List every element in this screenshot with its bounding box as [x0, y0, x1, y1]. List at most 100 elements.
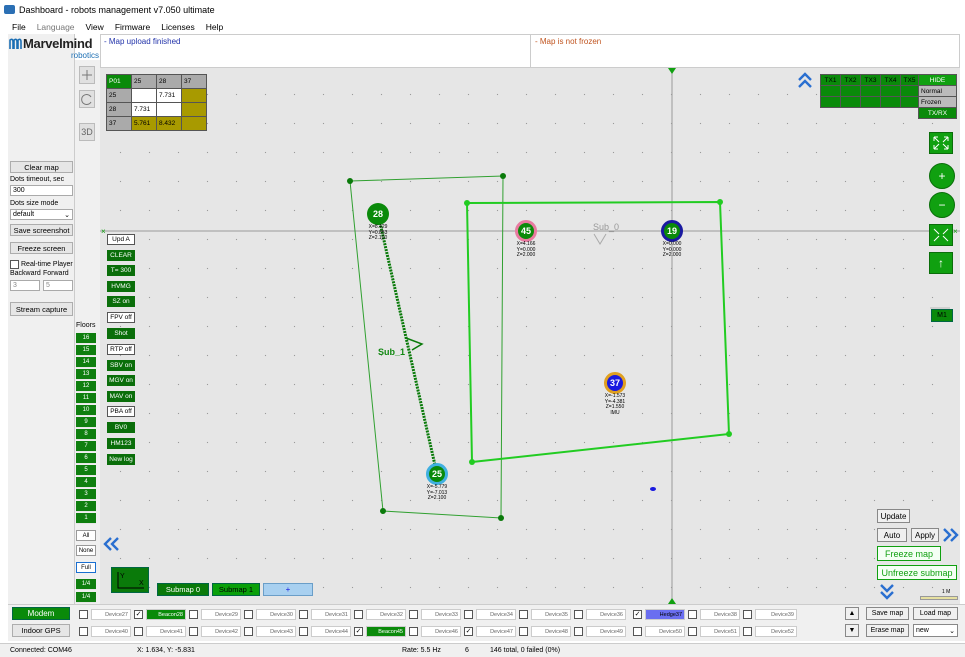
device-slot[interactable]: Device48	[531, 626, 571, 637]
mode-txrx[interactable]: TX/RX	[918, 107, 957, 119]
device-slot[interactable]: Beacon28	[146, 609, 186, 620]
t300-button[interactable]: T= 300	[107, 265, 135, 276]
mav-on-button[interactable]: MAV on	[107, 391, 135, 402]
submap-0-tab[interactable]: Submap 0	[157, 583, 209, 596]
hedge-37[interactable]: 37 X=-1.573 Y=-4.381 Z=1.550 IMU	[603, 372, 627, 420]
device-slot[interactable]: Device39	[755, 609, 797, 620]
floor-9[interactable]: 9	[76, 417, 96, 428]
save-map-button[interactable]: Save map	[866, 607, 909, 620]
device-checkbox[interactable]	[299, 627, 308, 636]
erase-map-button[interactable]: Erase map	[866, 624, 909, 637]
beacon-19[interactable]: 19 X=0.000 Y=0.000 Z=2.000	[660, 220, 684, 260]
axis-orientation-widget[interactable]: YX	[111, 567, 149, 593]
device-slot[interactable]: Device36	[586, 609, 626, 620]
device-slot[interactable]: Device29	[201, 609, 241, 620]
device-slot[interactable]: Device43	[256, 626, 296, 637]
device-slot[interactable]: Device30	[256, 609, 296, 620]
load-map-button[interactable]: Load map	[913, 607, 958, 620]
device-checkbox[interactable]	[134, 627, 143, 636]
device-slot[interactable]: Device52	[755, 626, 797, 637]
device-slot[interactable]: Device27	[91, 609, 131, 620]
device-checkbox[interactable]	[574, 610, 583, 619]
menu-language[interactable]: Language	[37, 22, 75, 32]
menu-licenses[interactable]: Licenses	[161, 22, 195, 32]
floors-none-button[interactable]: None	[76, 545, 96, 556]
submap-1-vertex[interactable]	[380, 508, 386, 514]
hvmg-button[interactable]: HVMG	[107, 281, 135, 292]
floor-13[interactable]: 13	[76, 369, 96, 380]
floor-6[interactable]: 6	[76, 453, 96, 464]
hm123-button[interactable]: HM123	[107, 438, 135, 449]
menu-view[interactable]: View	[86, 22, 104, 32]
shot-button[interactable]: Shot	[107, 328, 135, 339]
submap-0-vertex[interactable]	[464, 200, 470, 206]
device-slot[interactable]: Device50	[645, 626, 685, 637]
floor-1[interactable]: 1	[76, 513, 96, 524]
device-checkbox[interactable]	[743, 627, 752, 636]
device-checkbox[interactable]	[688, 610, 697, 619]
floor-14[interactable]: 14	[76, 357, 96, 368]
floor-11[interactable]: 11	[76, 393, 96, 404]
device-checkbox[interactable]: ✓	[633, 610, 642, 619]
unfreeze-submap-button[interactable]: Unfreeze submap	[877, 565, 957, 580]
fit-view-button[interactable]	[929, 132, 953, 154]
freeze-map-button[interactable]: Freeze map	[877, 546, 941, 561]
dots-size-select[interactable]: default ⌄	[10, 209, 73, 220]
submap-1-vertex[interactable]	[500, 173, 506, 179]
mode-normal[interactable]: Normal	[918, 85, 957, 97]
add-submap-tab[interactable]: +	[263, 583, 313, 596]
device-slot[interactable]: Device42	[201, 626, 241, 637]
menu-help[interactable]: Help	[206, 22, 223, 32]
device-slot[interactable]: Device34	[476, 609, 516, 620]
forward-input[interactable]: 5	[43, 280, 73, 291]
device-slot[interactable]: Device44	[311, 626, 351, 637]
mgv-on-button[interactable]: MGV on	[107, 375, 135, 386]
move-tool[interactable]	[79, 66, 95, 84]
zoom-quarter-button[interactable]: 1/4	[76, 579, 96, 590]
collapse-view-button[interactable]	[929, 224, 953, 246]
floor-3[interactable]: 3	[76, 489, 96, 500]
fpv-off-button[interactable]: FPV off	[107, 312, 135, 323]
indoor-gps-button[interactable]: Indoor GPS	[12, 624, 70, 637]
m1-button[interactable]: M1	[931, 309, 953, 322]
device-checkbox[interactable]	[574, 627, 583, 636]
modem-button[interactable]: Modem	[12, 607, 70, 620]
floors-full-button[interactable]: Full	[76, 562, 96, 573]
beacon-28[interactable]: 28 X=8.429 Y=0.853 Z=2.100	[366, 203, 390, 243]
up-button[interactable]: ↑	[929, 252, 953, 274]
device-slot[interactable]: Device31	[311, 609, 351, 620]
submap-0-vertex[interactable]	[726, 431, 732, 437]
realtime-player-checkbox[interactable]	[10, 260, 19, 269]
auto-button[interactable]: Auto	[877, 528, 907, 542]
submap-1-vertex[interactable]	[498, 515, 504, 521]
device-checkbox[interactable]	[464, 610, 473, 619]
submap-0-vertex[interactable]	[469, 459, 475, 465]
double-chevron-left-icon[interactable]	[102, 537, 122, 551]
device-slot[interactable]: Beacon45	[366, 626, 406, 637]
submap-1-vertex[interactable]	[347, 178, 353, 184]
upd-a-button[interactable]: Upd A	[107, 234, 135, 245]
floor-12[interactable]: 12	[76, 381, 96, 392]
submap-0-vertex[interactable]	[717, 199, 723, 205]
beacon-25[interactable]: 25 X=-5.779 Y=-7.013 Z=2.100	[425, 463, 449, 505]
device-checkbox[interactable]	[409, 627, 418, 636]
submap-1-tab[interactable]: Submap 1	[212, 583, 260, 596]
device-checkbox[interactable]	[688, 627, 697, 636]
double-chevron-down-icon[interactable]	[879, 583, 895, 601]
floor-7[interactable]: 7	[76, 441, 96, 452]
device-slot[interactable]: Device32	[366, 609, 406, 620]
double-chevron-up-icon[interactable]	[797, 71, 813, 89]
device-checkbox[interactable]: ✓	[464, 627, 473, 636]
sz-on-button[interactable]: SZ on	[107, 296, 135, 307]
device-checkbox[interactable]	[633, 627, 642, 636]
freeze-screen-button[interactable]: Freeze screen	[10, 242, 73, 254]
tx3-header[interactable]: TX3	[860, 74, 881, 86]
pba-off-button[interactable]: PBA off	[107, 406, 135, 417]
clear-button[interactable]: CLEAR	[107, 250, 135, 261]
save-screenshot-button[interactable]: Save screenshot	[10, 224, 73, 236]
device-checkbox[interactable]	[354, 610, 363, 619]
stream-capture-button[interactable]: Stream capture	[10, 302, 73, 316]
device-checkbox[interactable]	[409, 610, 418, 619]
mode-frozen[interactable]: Frozen	[918, 96, 957, 108]
device-checkbox[interactable]	[519, 610, 528, 619]
